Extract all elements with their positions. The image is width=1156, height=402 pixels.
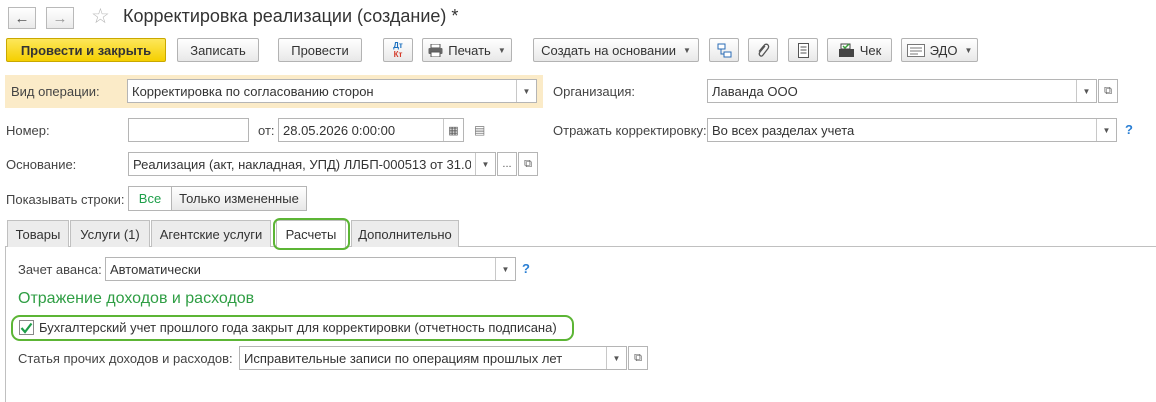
show-rows-label: Показывать строки: <box>6 192 125 207</box>
show-changed-toggle[interactable]: Только измененные <box>171 186 307 211</box>
open-other-income-button[interactable]: ⧉ <box>628 346 648 370</box>
prior-year-closed-label[interactable]: Бухгалтерский учет прошлого года закрыт … <box>39 320 557 335</box>
operation-type-value: Корректировка по согласованию сторон <box>132 83 374 99</box>
operation-type-select[interactable]: Корректировка по согласованию сторон ▼ <box>127 79 537 103</box>
date-label: от: <box>258 123 275 138</box>
number-label: Номер: <box>6 123 50 138</box>
date-value: 28.05.2026 0:00:00 <box>283 122 396 138</box>
chevron-down-icon: ▼ <box>964 45 973 55</box>
operation-type-label: Вид операции: <box>11 84 100 99</box>
attachments-button[interactable] <box>748 38 778 62</box>
reflect-correction-value: Во всех разделах учета <box>712 122 855 138</box>
edo-icon <box>906 43 925 57</box>
hierarchy-icon <box>717 43 731 57</box>
arrow-left-icon: ← <box>14 9 30 27</box>
open-window-icon: ⧉ <box>524 157 532 170</box>
arrow-right-icon: → <box>52 9 68 27</box>
help-icon[interactable]: ? <box>1125 122 1133 137</box>
tab-highlight-ring <box>273 218 350 250</box>
chevron-down-icon[interactable]: ▼ <box>475 153 495 175</box>
chevron-down-icon[interactable]: ▼ <box>1096 119 1116 141</box>
favorite-star-icon[interactable]: ☆ <box>91 4 110 29</box>
prior-year-closed-checkbox[interactable] <box>19 320 34 335</box>
reflect-correction-label: Отражать корректировку: <box>553 123 707 138</box>
create-based-label: Создать на основании <box>541 42 676 58</box>
chevron-down-icon[interactable]: ▼ <box>516 80 536 102</box>
open-window-icon: ⧉ <box>1104 84 1112 97</box>
paperclip-icon <box>758 43 770 57</box>
chevron-down-icon[interactable]: ▼ <box>495 258 515 280</box>
dtkt-button[interactable]: Дт Кт <box>383 38 413 62</box>
chevron-down-icon[interactable]: ▼ <box>1076 80 1096 102</box>
save-button[interactable]: Записать <box>177 38 259 62</box>
post-and-close-button[interactable]: Провести и закрыть <box>6 38 166 62</box>
number-field[interactable] <box>128 118 249 142</box>
organization-field[interactable]: Лаванда ООО ▼ <box>707 79 1097 103</box>
edo-label: ЭДО <box>929 42 958 58</box>
print-button[interactable]: Печать ▼ <box>422 38 512 62</box>
post-label: Провести <box>291 42 349 58</box>
advance-value: Автоматически <box>110 261 201 277</box>
comment-icon[interactable]: ▤ <box>474 123 485 137</box>
create-based-on-button[interactable]: Создать на основании ▼ <box>533 38 699 62</box>
dt-icon: Дт <box>393 41 403 50</box>
receipt-label: Чек <box>859 42 882 58</box>
basis-value: Реализация (акт, накладная, УПД) ЛЛБП-00… <box>133 156 471 172</box>
other-income-select[interactable]: Исправительные записи по операциям прошл… <box>239 346 627 370</box>
date-field[interactable]: 28.05.2026 0:00:00 ▦ <box>278 118 464 142</box>
checkmark-icon <box>20 322 33 334</box>
forward-button[interactable]: → <box>46 7 74 29</box>
ellipsis-icon: ... <box>502 158 512 170</box>
receipt-button[interactable]: Чек <box>827 38 892 62</box>
report-button[interactable] <box>788 38 818 62</box>
tab-agent-services[interactable]: Агентские услуги <box>151 220 271 247</box>
advance-label: Зачет аванса: <box>18 262 102 277</box>
basis-select-button[interactable]: ... <box>497 152 517 176</box>
reflect-correction-select[interactable]: Во всех разделах учета ▼ <box>707 118 1117 142</box>
print-label: Печать <box>448 42 491 58</box>
section-title: Отражение доходов и расходов <box>18 290 255 307</box>
open-basis-button[interactable]: ⧉ <box>518 152 538 176</box>
post-and-close-label: Провести и закрыть <box>20 42 152 58</box>
document-list-icon <box>797 42 809 58</box>
advance-select[interactable]: Автоматически ▼ <box>105 257 516 281</box>
open-window-icon: ⧉ <box>634 351 642 364</box>
printer-icon <box>428 43 443 57</box>
cash-register-icon <box>838 42 854 57</box>
structure-button[interactable] <box>709 38 739 62</box>
help-icon[interactable]: ? <box>522 261 530 276</box>
tab-additional[interactable]: Дополнительно <box>351 220 459 247</box>
chevron-down-icon: ▼ <box>682 45 691 55</box>
chevron-down-icon: ▼ <box>497 45 506 55</box>
show-all-toggle[interactable]: Все <box>128 186 172 211</box>
kt-icon: Кт <box>393 50 403 59</box>
edo-button[interactable]: ЭДО ▼ <box>901 38 978 62</box>
calendar-icon[interactable]: ▦ <box>443 119 463 141</box>
tab-goods[interactable]: Товары <box>7 220 69 247</box>
organization-value: Лаванда ООО <box>712 83 798 99</box>
page-title: Корректировка реализации (создание) * <box>123 6 459 26</box>
chevron-down-icon[interactable]: ▼ <box>606 347 626 369</box>
other-income-label: Статья прочих доходов и расходов: <box>18 351 233 366</box>
basis-label: Основание: <box>6 157 77 172</box>
organization-label: Организация: <box>553 84 636 99</box>
tab-services[interactable]: Услуги (1) <box>70 220 150 247</box>
content-left-border <box>5 247 6 402</box>
other-income-value: Исправительные записи по операциям прошл… <box>244 350 563 366</box>
post-button[interactable]: Провести <box>278 38 362 62</box>
open-organization-button[interactable]: ⧉ <box>1098 79 1118 103</box>
save-label: Записать <box>190 42 246 58</box>
basis-field[interactable]: Реализация (акт, накладная, УПД) ЛЛБП-00… <box>128 152 496 176</box>
back-button[interactable]: ← <box>8 7 36 29</box>
